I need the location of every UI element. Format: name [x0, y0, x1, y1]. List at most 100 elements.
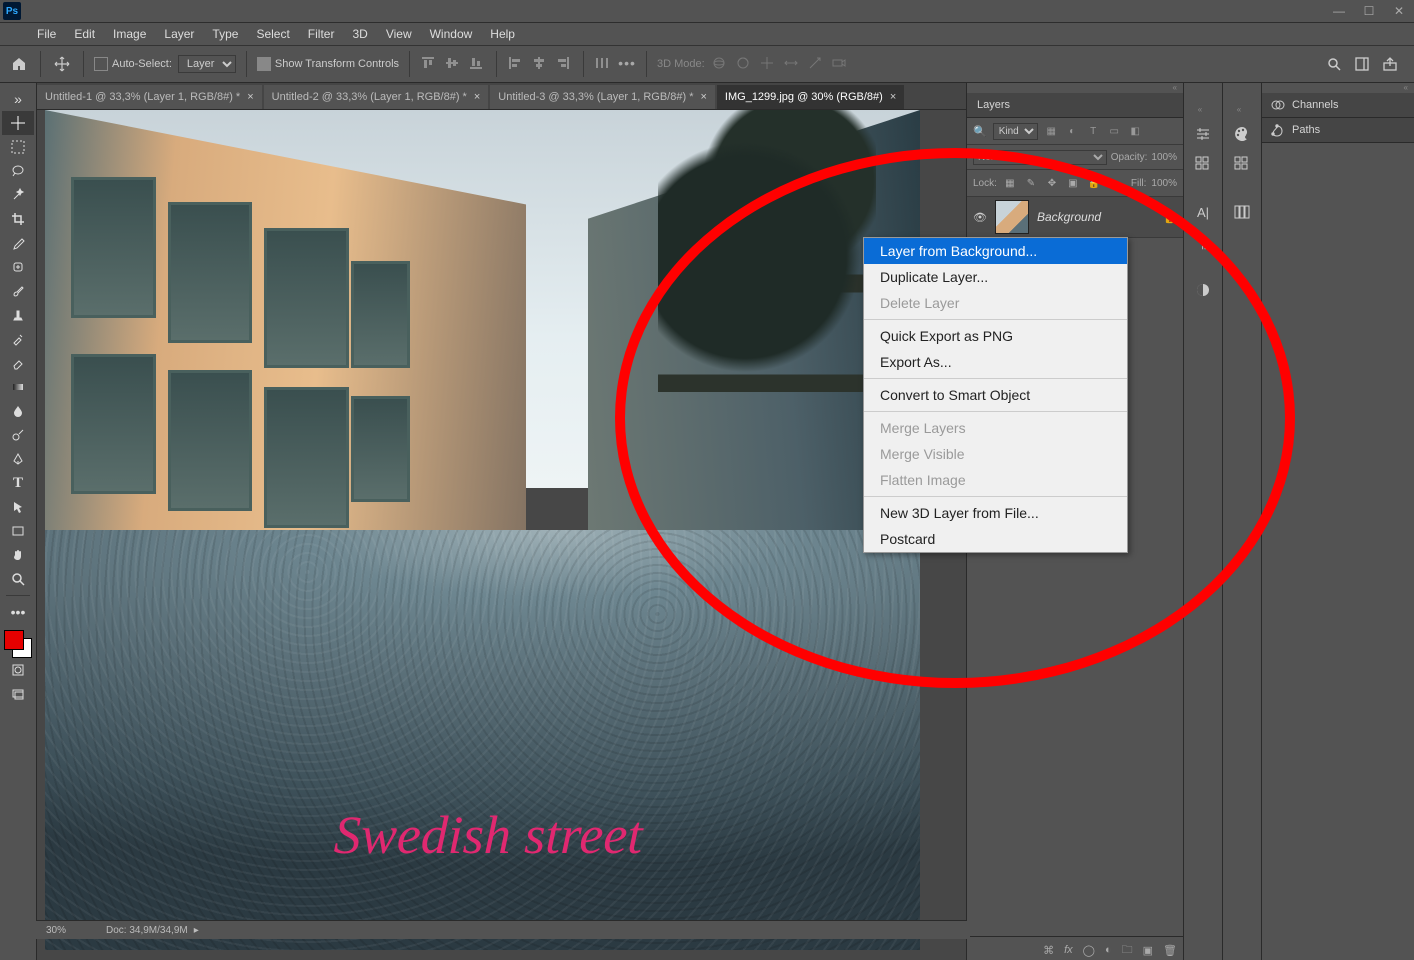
ctx-quick-export-png[interactable]: Quick Export as PNG — [864, 323, 1127, 349]
paths-tab[interactable]: Paths — [1262, 118, 1414, 143]
panel-collapse-icon[interactable]: « — [1262, 83, 1414, 93]
menu-image[interactable]: Image — [104, 27, 155, 41]
layer-thumbnail[interactable] — [995, 200, 1029, 234]
home-icon[interactable] — [8, 53, 30, 75]
filter-adjust-icon[interactable]: ◐ — [1065, 124, 1080, 139]
group-icon[interactable]: 🗀 — [1122, 941, 1133, 960]
panel-collapse-icon[interactable]: « — [1198, 105, 1208, 115]
crop-tool[interactable] — [2, 207, 34, 231]
blur-tool[interactable] — [2, 399, 34, 423]
menu-help[interactable]: Help — [481, 27, 524, 41]
search-icon[interactable] — [1326, 56, 1342, 72]
auto-select-checkbox[interactable]: Auto-Select: — [94, 57, 172, 71]
menu-view[interactable]: View — [377, 27, 421, 41]
layer-mask-icon[interactable]: ◯ — [1083, 944, 1095, 957]
screen-mode-icon[interactable] — [2, 682, 34, 706]
align-left-icon[interactable] — [507, 55, 525, 73]
filter-pixel-icon[interactable]: ▦ — [1044, 124, 1059, 139]
menu-filter[interactable]: Filter — [299, 27, 344, 41]
menu-layer[interactable]: Layer — [155, 27, 203, 41]
zoom-tool[interactable] — [2, 567, 34, 591]
magic-wand-tool[interactable] — [2, 183, 34, 207]
tool-group-toggle[interactable]: » — [2, 87, 34, 111]
close-icon[interactable]: × — [244, 91, 253, 103]
delete-layer-icon[interactable]: 🗑 — [1163, 944, 1177, 957]
move-tool-icon[interactable] — [51, 53, 73, 75]
layer-row-background[interactable]: 👁 Background 🔒 — [967, 197, 1183, 238]
marquee-tool[interactable] — [2, 135, 34, 159]
menu-type[interactable]: Type — [203, 27, 247, 41]
ctx-layer-from-background[interactable]: Layer from Background... — [864, 238, 1127, 264]
eyedropper-tool[interactable] — [2, 231, 34, 255]
clone-stamp-tool[interactable] — [2, 303, 34, 327]
brush-tool[interactable] — [2, 279, 34, 303]
gradient-tool[interactable] — [2, 375, 34, 399]
align-right-icon[interactable] — [555, 55, 573, 73]
history-brush-tool[interactable] — [2, 327, 34, 351]
align-bottom-icon[interactable] — [468, 55, 486, 73]
libraries-panel-icon[interactable] — [1230, 201, 1254, 223]
lock-all-icon[interactable]: 🔒 — [1086, 175, 1102, 191]
lasso-tool[interactable] — [2, 159, 34, 183]
ctx-new-3d-layer[interactable]: New 3D Layer from File... — [864, 500, 1127, 526]
visibility-icon[interactable]: 👁 — [973, 211, 987, 224]
link-layers-icon[interactable]: ⌘ — [1043, 944, 1054, 957]
zoom-level[interactable]: 30% — [46, 925, 106, 936]
dodge-tool[interactable] — [2, 423, 34, 447]
color-panel-icon[interactable] — [1230, 123, 1254, 145]
doc-tab-1[interactable]: Untitled-2 @ 33,3% (Layer 1, RGB/8#) *× — [264, 85, 489, 109]
window-minimize-button[interactable]: — — [1324, 0, 1354, 22]
lock-position-icon[interactable]: ✥ — [1044, 175, 1060, 191]
more-options-icon[interactable]: ••• — [618, 55, 636, 73]
align-vcenter-icon[interactable] — [444, 55, 462, 73]
opacity-value[interactable]: 100% — [1151, 152, 1177, 163]
character-panel-icon[interactable]: A| — [1191, 201, 1215, 223]
fill-value[interactable]: 100% — [1151, 178, 1177, 189]
distribute-icon[interactable] — [594, 55, 612, 73]
doc-tab-0[interactable]: Untitled-1 @ 33,3% (Layer 1, RGB/8#) *× — [37, 85, 262, 109]
menu-3d[interactable]: 3D — [343, 27, 376, 41]
panel-collapse-icon[interactable]: « — [967, 83, 1183, 93]
eraser-tool[interactable] — [2, 351, 34, 375]
menu-file[interactable]: File — [28, 27, 65, 41]
quick-mask-icon[interactable] — [2, 658, 34, 682]
layer-filter-kind[interactable]: Kind — [993, 123, 1038, 140]
contrast-panel-icon[interactable] — [1191, 279, 1215, 301]
menu-edit[interactable]: Edit — [65, 27, 104, 41]
layer-style-icon[interactable]: fx — [1064, 944, 1073, 956]
filter-type-icon[interactable]: T — [1086, 124, 1101, 139]
pen-tool[interactable] — [2, 447, 34, 471]
align-top-icon[interactable] — [420, 55, 438, 73]
ctx-duplicate-layer[interactable]: Duplicate Layer... — [864, 264, 1127, 290]
workspace-icon[interactable] — [1354, 56, 1370, 72]
rectangle-tool[interactable] — [2, 519, 34, 543]
window-maximize-button[interactable]: ☐ — [1354, 0, 1384, 22]
edit-toolbar-icon[interactable]: ••• — [2, 600, 34, 624]
adjustment-layer-icon[interactable]: ◐ — [1105, 944, 1112, 956]
share-icon[interactable] — [1382, 56, 1398, 72]
path-selection-tool[interactable] — [2, 495, 34, 519]
close-icon[interactable]: × — [471, 91, 480, 103]
swatches-panel-icon[interactable] — [1230, 153, 1254, 175]
new-layer-icon[interactable]: ▣ — [1143, 944, 1153, 957]
hand-tool[interactable] — [2, 543, 34, 567]
search-icon[interactable]: 🔍 — [973, 125, 987, 138]
ctx-postcard[interactable]: Postcard — [864, 526, 1127, 552]
type-tool[interactable]: T — [2, 471, 34, 495]
blend-mode-select[interactable]: Normal — [973, 150, 1107, 165]
auto-select-mode[interactable]: Layer — [178, 55, 236, 73]
lock-pixels-icon[interactable]: ▦ — [1002, 175, 1018, 191]
filter-smart-icon[interactable]: ◧ — [1128, 124, 1143, 139]
menu-select[interactable]: Select — [247, 27, 298, 41]
layers-tab[interactable]: Layers — [967, 93, 1183, 118]
lock-artboard-icon[interactable]: ▣ — [1065, 175, 1081, 191]
align-hcenter-icon[interactable] — [531, 55, 549, 73]
show-transform-checkbox[interactable]: Show Transform Controls — [257, 57, 399, 71]
window-close-button[interactable]: ✕ — [1384, 0, 1414, 22]
canvas-viewport[interactable]: Swedish street — [37, 110, 966, 960]
doc-tab-2[interactable]: Untitled-3 @ 33,3% (Layer 1, RGB/8#) *× — [490, 85, 715, 109]
color-swatches[interactable] — [4, 630, 32, 658]
ctx-export-as[interactable]: Export As... — [864, 349, 1127, 375]
layer-name[interactable]: Background — [1037, 210, 1155, 224]
lock-brush-icon[interactable]: ✎ — [1023, 175, 1039, 191]
